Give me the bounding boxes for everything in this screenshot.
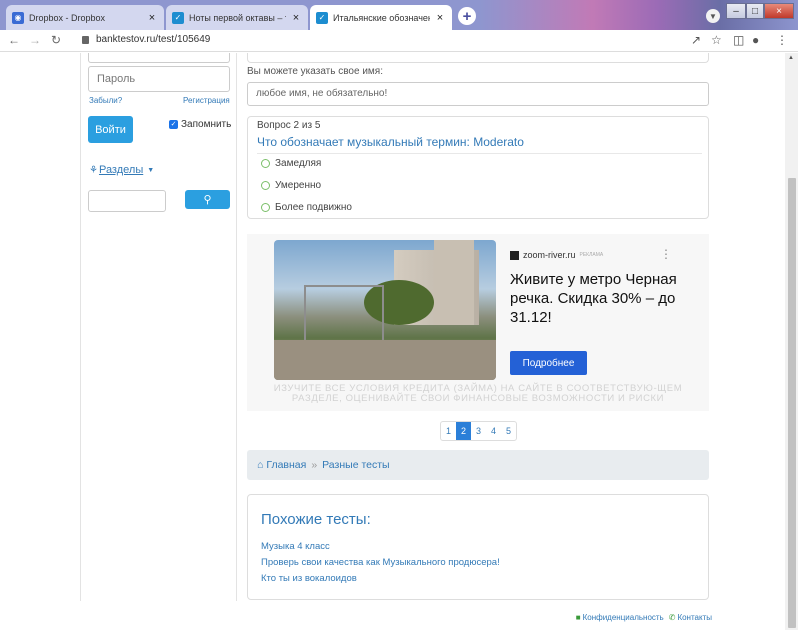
login-button[interactable]: Войти bbox=[88, 116, 133, 143]
footer-links: ■ Конфиденциальность ✆ Контакты bbox=[576, 613, 712, 622]
question-title: Что обозначает музыкальный термин: Moder… bbox=[257, 135, 524, 149]
remember-checkbox[interactable]: ✓ Запомнить bbox=[169, 119, 231, 130]
similar-test-link[interactable]: Музыка 4 класс bbox=[261, 541, 330, 552]
close-icon[interactable]: × bbox=[146, 12, 158, 24]
bookmark-star-icon[interactable]: ☆ bbox=[711, 33, 722, 47]
similar-test-link[interactable]: Проверь свои качества как Музыкального п… bbox=[261, 557, 500, 568]
login-field[interactable] bbox=[88, 53, 230, 63]
search-input[interactable] bbox=[88, 190, 166, 212]
tab-italian-terms[interactable]: ✓ Итальянские обозначения терм × bbox=[310, 5, 452, 30]
ad-label: РЕКЛАМА bbox=[579, 252, 604, 258]
search-button[interactable]: ⚲ bbox=[185, 190, 230, 209]
name-input[interactable]: любое имя, не обязательно! bbox=[247, 82, 709, 106]
similar-tests-card: Похожие тесты: Музыка 4 класс Проверь св… bbox=[247, 494, 709, 600]
radio-icon[interactable] bbox=[261, 159, 270, 168]
window-close-icon[interactable]: × bbox=[764, 3, 794, 19]
checkbox-checked-icon[interactable]: ✓ bbox=[169, 120, 178, 129]
more-options-icon[interactable]: ⋮ bbox=[660, 247, 672, 261]
forward-icon[interactable]: → bbox=[29, 33, 41, 47]
site-favicon-icon: ✓ bbox=[172, 11, 184, 24]
close-icon[interactable]: × bbox=[434, 12, 446, 24]
answer-label: Более подвижно bbox=[275, 202, 352, 213]
sitemap-icon: ⚘ bbox=[89, 164, 98, 176]
radio-icon[interactable] bbox=[261, 203, 270, 212]
phone-icon: ✆ bbox=[668, 613, 676, 622]
page-link[interactable]: 1 bbox=[441, 422, 456, 440]
page-link[interactable]: 4 bbox=[486, 422, 501, 440]
radio-icon[interactable] bbox=[261, 181, 270, 190]
contacts-link[interactable]: Контакты bbox=[677, 613, 712, 622]
minimize-icon[interactable]: – bbox=[726, 3, 746, 19]
profile-icon[interactable]: ● bbox=[752, 33, 759, 47]
playground-frame-shape bbox=[304, 285, 384, 340]
password-field[interactable]: Пароль bbox=[88, 66, 230, 92]
lock-icon: ■ bbox=[575, 613, 581, 622]
remember-label: Запомнить bbox=[181, 119, 232, 130]
breadcrumb-separator: » bbox=[311, 459, 318, 471]
pagination: 1 2 3 4 5 bbox=[440, 421, 517, 441]
share-icon[interactable]: ↗ bbox=[691, 33, 701, 47]
scrollbar-thumb[interactable] bbox=[788, 178, 796, 628]
reload-icon[interactable]: ↻ bbox=[51, 33, 61, 47]
new-tab-icon[interactable]: + bbox=[458, 7, 476, 25]
question-card: Вопрос 2 из 5 Что обозначает музыкальный… bbox=[247, 116, 709, 219]
page-scrollbar[interactable]: ▲ bbox=[785, 53, 798, 630]
tab-notes-test[interactable]: ✓ Ноты первой октавы – тест на Б × bbox=[166, 5, 308, 30]
home-icon[interactable]: ⌂ bbox=[257, 459, 263, 471]
ad-headline[interactable]: Живите у метро Черная речка. Скидка 30% … bbox=[510, 270, 690, 327]
browser-toolbar: ← → ↻ banktestov.ru/test/105649 ↗ ☆ ◫ ● … bbox=[0, 30, 798, 52]
divider bbox=[257, 153, 702, 154]
similar-tests-title: Похожие тесты: bbox=[261, 511, 371, 528]
tab-dropbox[interactable]: ◉ Dropbox - Dropbox × bbox=[6, 5, 164, 30]
search-icon: ⚲ bbox=[203, 194, 212, 206]
sidebar: Пароль Забыли? Регистрация Войти ✓ Запом… bbox=[80, 53, 237, 601]
page-link-current[interactable]: 2 bbox=[456, 422, 471, 440]
question-counter: Вопрос 2 из 5 bbox=[257, 120, 321, 131]
page-link[interactable]: 3 bbox=[471, 422, 486, 440]
name-hint: Вы можете указать свое имя: bbox=[247, 66, 383, 77]
tab-search-icon[interactable]: ▼ bbox=[706, 9, 720, 23]
privacy-link[interactable]: Конфиденциальность bbox=[583, 613, 664, 622]
sections-dropdown[interactable]: ⚘ Разделы ▼ bbox=[89, 164, 154, 176]
back-icon[interactable]: ← bbox=[8, 33, 20, 47]
previous-card-edge bbox=[247, 53, 709, 63]
address-bar[interactable]: banktestov.ru/test/105649 bbox=[96, 34, 210, 45]
maximize-icon[interactable]: □ bbox=[746, 3, 764, 19]
ground-shape bbox=[274, 340, 496, 380]
scroll-up-icon[interactable]: ▲ bbox=[788, 55, 794, 61]
advertisement[interactable]: zoom-river.ru РЕКЛАМА ⋮ Живите у метро Ч… bbox=[247, 234, 709, 411]
answer-option[interactable]: Умеренно bbox=[261, 180, 321, 191]
sections-label: Разделы bbox=[98, 164, 144, 176]
lock-icon[interactable] bbox=[82, 36, 89, 44]
ad-cta-button[interactable]: Подробнее bbox=[510, 351, 587, 375]
ad-disclaimer: ИЗУЧИТЕ ВСЕ УСЛОВИЯ КРЕДИТА (ЗАЙМА) НА С… bbox=[273, 383, 683, 404]
forgot-link[interactable]: Забыли? bbox=[89, 96, 122, 105]
answer-label: Умеренно bbox=[275, 180, 322, 191]
menu-icon[interactable]: ⋮ bbox=[776, 33, 788, 47]
web-page: Пароль Забыли? Регистрация Войти ✓ Запом… bbox=[0, 53, 798, 630]
browser-tab-strip: ◉ Dropbox - Dropbox × ✓ Ноты первой окта… bbox=[0, 0, 798, 30]
answer-option[interactable]: Более подвижно bbox=[261, 202, 352, 213]
breadcrumb: ⌂ Главная » Разные тесты bbox=[247, 450, 709, 480]
ad-source[interactable]: zoom-river.ru РЕКЛАМА bbox=[510, 250, 603, 260]
answer-label: Замедляя bbox=[275, 158, 322, 169]
ad-source-domain: zoom-river.ru bbox=[523, 250, 576, 260]
tab-title: Итальянские обозначения терм bbox=[333, 12, 430, 23]
tab-title: Ноты первой октавы – тест на Б bbox=[189, 12, 286, 23]
tab-title: Dropbox - Dropbox bbox=[29, 12, 106, 23]
page-link[interactable]: 5 bbox=[501, 422, 516, 440]
breadcrumb-home[interactable]: Главная bbox=[266, 459, 306, 471]
dropbox-icon: ◉ bbox=[12, 11, 24, 24]
ad-source-logo-icon bbox=[510, 250, 519, 260]
side-panel-icon[interactable]: ◫ bbox=[733, 33, 744, 47]
answer-option[interactable]: Замедляя bbox=[261, 158, 321, 169]
close-icon[interactable]: × bbox=[290, 12, 302, 24]
similar-test-link[interactable]: Кто ты из вокалоидов bbox=[261, 573, 357, 584]
site-favicon-icon: ✓ bbox=[316, 11, 328, 24]
breadcrumb-current[interactable]: Разные тесты bbox=[322, 459, 389, 471]
ad-image[interactable] bbox=[274, 240, 496, 380]
building-shape bbox=[434, 240, 474, 325]
chevron-down-icon: ▼ bbox=[147, 166, 155, 174]
register-link[interactable]: Регистрация bbox=[183, 96, 230, 105]
